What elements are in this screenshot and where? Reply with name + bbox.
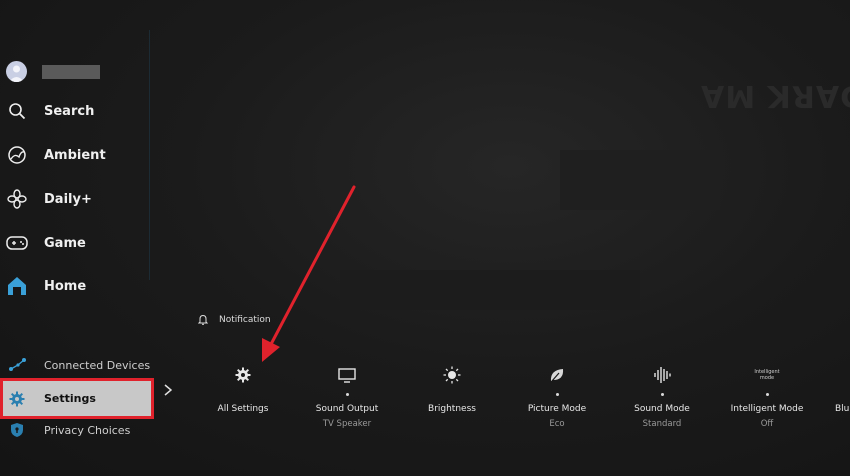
soundwave-icon	[612, 362, 712, 388]
status-dot	[345, 393, 349, 396]
status-dot	[765, 393, 769, 396]
quick-picture-mode[interactable]: Picture Mode Eco	[507, 362, 607, 429]
quick-brightness[interactable]: Brightness	[402, 362, 502, 414]
background-panel	[340, 270, 640, 310]
daily-plus-icon	[6, 188, 28, 210]
chevron-right-icon[interactable]	[161, 381, 175, 399]
sidebar-item-home[interactable]: Home	[6, 271, 152, 301]
gear-icon	[193, 362, 293, 388]
background-panel	[560, 150, 720, 210]
sidebar-item-daily-plus[interactable]: Daily+	[6, 184, 152, 214]
quick-all-settings[interactable]: All Settings	[193, 362, 293, 414]
quick-sublabel: Eco	[549, 419, 565, 429]
quick-sound-output[interactable]: Sound Output TV Speaker	[297, 362, 397, 429]
sidebar-item-label: Daily+	[44, 191, 92, 207]
sidebar: Search Ambient Daily+ Game Home Connecte…	[0, 0, 154, 476]
quick-label: Sound Mode	[634, 404, 690, 414]
monitor-icon	[297, 362, 397, 388]
sidebar-item-ambient[interactable]: Ambient	[6, 140, 152, 170]
quick-intelligent-mode[interactable]: Intelligent mode Intelligent Mode Off	[717, 362, 817, 429]
gear-icon	[8, 390, 26, 408]
status-dot	[555, 393, 559, 396]
avatar-icon	[6, 61, 27, 82]
sun-icon	[402, 362, 502, 388]
quick-sound-mode[interactable]: Sound Mode Standard	[612, 362, 712, 429]
sidebar-item-label: Connected Devices	[44, 358, 151, 372]
quick-blue-light[interactable]: Blu	[835, 362, 850, 414]
sidebar-item-label: Settings	[44, 392, 96, 405]
quick-sublabel: Off	[760, 419, 774, 429]
quick-label: All Settings	[217, 404, 269, 414]
quick-label: Brightness	[428, 404, 476, 414]
quick-sublabel: Standard	[642, 419, 682, 429]
sidebar-item-label: Ambient	[44, 147, 106, 163]
shield-icon	[6, 419, 28, 441]
sidebar-item-settings[interactable]: Settings	[0, 378, 154, 419]
intelligent-mode-icon: Intelligent mode	[717, 362, 817, 388]
sidebar-item-label: Home	[44, 278, 87, 294]
quick-label: Intelligent Mode	[730, 404, 804, 414]
sidebar-item-label: Search	[44, 103, 95, 119]
leaf-icon	[507, 362, 607, 388]
home-icon	[6, 275, 28, 297]
bell-icon	[197, 310, 209, 329]
sidebar-item-label: Privacy Choices	[44, 423, 131, 437]
notification-button[interactable]: Notification	[197, 310, 271, 329]
search-icon	[6, 100, 28, 122]
connected-devices-icon	[6, 354, 28, 376]
sidebar-item-game[interactable]: Game	[6, 228, 152, 258]
quick-label: Sound Output	[315, 404, 379, 414]
intelligent-mode-icon-text: Intelligent mode	[754, 369, 780, 381]
quick-label: Blu	[835, 404, 850, 414]
gamepad-icon	[6, 232, 28, 254]
sidebar-item-connected-devices[interactable]: Connected Devices	[6, 350, 152, 380]
quick-sublabel: TV Speaker	[322, 419, 372, 429]
ambient-icon	[6, 144, 28, 166]
profile[interactable]	[6, 61, 100, 82]
profile-name-redacted	[42, 64, 100, 79]
quick-label: Picture Mode	[527, 404, 587, 414]
background-title-ghost: DARK MA	[700, 78, 850, 113]
sidebar-item-privacy-choices[interactable]: Privacy Choices	[6, 415, 152, 445]
sidebar-item-search[interactable]: Search	[6, 96, 152, 126]
sidebar-item-label: Game	[44, 235, 86, 251]
notification-label: Notification	[219, 314, 271, 325]
status-dot	[660, 393, 664, 396]
